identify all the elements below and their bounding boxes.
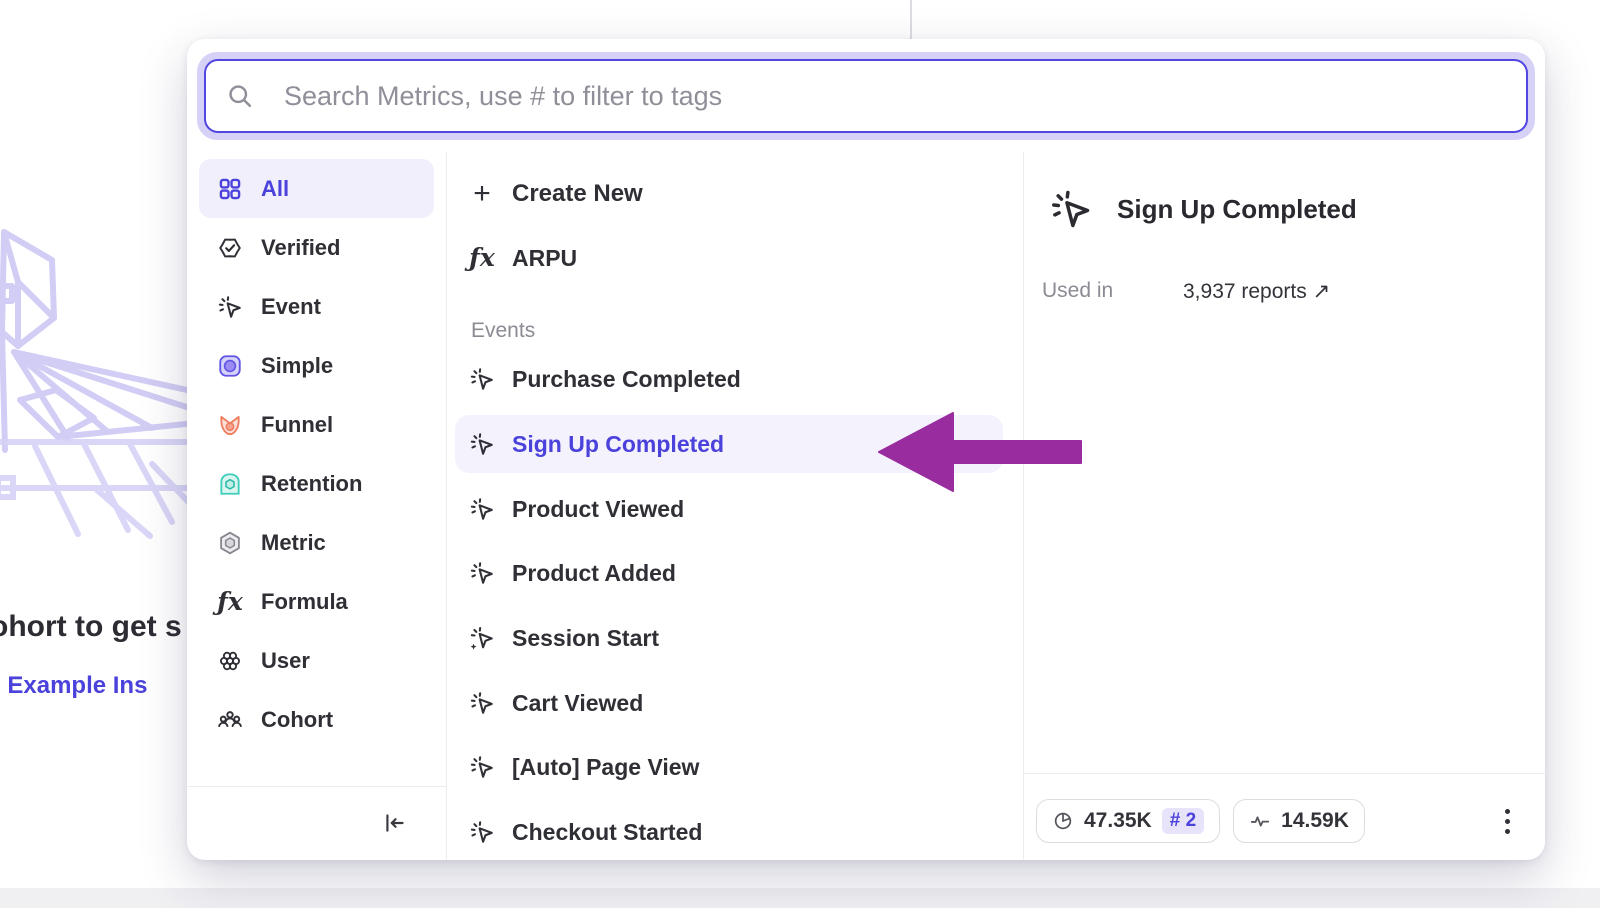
list-item-label: Product Added (512, 560, 676, 587)
more-options-button[interactable] (1489, 803, 1525, 839)
list-item-purchase-completed[interactable]: Purchase Completed (455, 350, 1003, 408)
sidebar-item-label: Cohort (261, 707, 333, 733)
list-item-checkout-started[interactable]: Checkout Started (455, 803, 1003, 860)
sidebar-item-label: Retention (261, 471, 362, 497)
sidebar-item-simple[interactable]: Simple (199, 336, 434, 395)
search-input[interactable] (206, 61, 1526, 131)
user-cluster-icon (217, 648, 243, 674)
collapse-left-icon (382, 810, 408, 836)
sidebar-item-label: Verified (261, 235, 340, 261)
search-box (204, 59, 1528, 133)
list-item-sign-up-completed[interactable]: Sign Up Completed (455, 415, 1003, 473)
category-sidebar: All Verified Event Simple Funnel Retenti… (199, 159, 434, 749)
list-item-product-added[interactable]: Product Added (455, 544, 1003, 602)
background-headline-fragment: ohort to get s (0, 610, 186, 644)
app-screen: ohort to get s ore Example Ins A Select … (0, 0, 1600, 908)
event-cursor-icon (1049, 187, 1093, 231)
list-item-label: Cart Viewed (512, 690, 643, 717)
sidebar-item-label: Formula (261, 589, 348, 615)
event-cursor-icon (469, 431, 495, 457)
list-item-session-start[interactable]: Session Start (455, 609, 1003, 667)
simple-metric-icon (217, 353, 243, 379)
rank-badge: # 2 (1162, 808, 1204, 834)
event-cursor-icon (469, 366, 495, 392)
sidebar-item-label: Simple (261, 353, 333, 379)
list-item-cart-viewed[interactable]: Cart Viewed (455, 674, 1003, 732)
funnel-icon (217, 412, 243, 438)
list-item-label: Sign Up Completed (512, 431, 724, 458)
collapse-sidebar-button[interactable] (377, 805, 413, 841)
panel-divider (910, 0, 912, 44)
events-section-header: Events (455, 317, 1003, 345)
create-new-button[interactable]: + Create New (455, 165, 1003, 223)
formula-fx-icon: ƒx (469, 245, 495, 271)
event-cursor-icon (217, 294, 243, 320)
metric-hexagon-icon (217, 530, 243, 556)
detail-title: Sign Up Completed (1117, 194, 1357, 225)
list-item-label: Purchase Completed (512, 366, 741, 393)
event-cursor-icon (469, 690, 495, 716)
sidebar-item-user[interactable]: User (199, 631, 434, 690)
background-subline: ore Example Ins (0, 672, 186, 700)
sidebar-list-divider (446, 152, 447, 860)
used-in-label: Used in (1042, 279, 1183, 304)
plus-icon: + (469, 181, 495, 207)
pie-chart-icon (1052, 810, 1074, 832)
stat-value: 47.35K (1084, 809, 1152, 833)
sidebar-item-funnel[interactable]: Funnel (199, 395, 434, 454)
metric-stats-row: 47.35K # 2 14.59K (1036, 799, 1365, 843)
sidebar-item-label: Event (261, 294, 321, 320)
verified-seal-icon (217, 235, 243, 261)
list-item-auto-page-view[interactable]: [Auto] Page View (455, 738, 1003, 796)
used-in-row: Used in 3,937 reports ↗ (1042, 279, 1522, 304)
pulse-icon (1249, 810, 1271, 832)
event-cursor-icon (469, 819, 495, 845)
sidebar-item-verified[interactable]: Verified (199, 218, 434, 277)
grid-icon (217, 176, 243, 202)
sidebar-item-cohort[interactable]: Cohort (199, 690, 434, 749)
sidebar-item-label: User (261, 648, 310, 674)
detail-header: Sign Up Completed (1049, 187, 1357, 231)
cohort-people-icon (217, 707, 243, 733)
list-item-product-viewed[interactable]: Product Viewed (455, 480, 1003, 538)
sidebar-item-retention[interactable]: Retention (199, 454, 434, 513)
example-insights-link[interactable]: Example Ins (7, 672, 147, 699)
retention-icon (217, 471, 243, 497)
sidebar-item-event[interactable]: Event (199, 277, 434, 336)
detail-footer-divider (1023, 773, 1545, 774)
list-item-label: Product Viewed (512, 496, 684, 523)
reports-link[interactable]: 3,937 reports ↗ (1183, 279, 1330, 304)
sidebar-item-label: All (261, 176, 289, 202)
event-cursor-icon (469, 754, 495, 780)
create-new-label: Create New (512, 180, 643, 208)
list-item-label: ARPU (512, 245, 577, 272)
metric-picker-dialog: All Verified Event Simple Funnel Retenti… (187, 39, 1545, 860)
total-count-pill[interactable]: 47.35K # 2 (1036, 799, 1220, 843)
list-item-label: Session Start (512, 625, 659, 652)
activity-count-pill[interactable]: 14.59K (1233, 799, 1365, 843)
decorative-wireframe-art (0, 222, 196, 562)
event-cursor-star-icon (469, 625, 495, 651)
event-cursor-icon (469, 496, 495, 522)
sidebar-item-label: Funnel (261, 412, 333, 438)
list-item-label: Checkout Started (512, 819, 702, 846)
sidebar-footer-divider (187, 786, 446, 787)
formula-fx-icon: ƒx (217, 589, 243, 615)
sidebar-item-metric[interactable]: Metric (199, 513, 434, 572)
sidebar-item-formula[interactable]: ƒx Formula (199, 572, 434, 631)
list-detail-divider (1023, 152, 1024, 860)
search-focus-ring (197, 52, 1535, 140)
stat-value: 14.59K (1281, 809, 1349, 833)
external-link-arrow-icon: ↗ (1313, 280, 1331, 303)
event-cursor-icon (469, 560, 495, 586)
sidebar-item-label: Metric (261, 530, 326, 556)
list-item-label: [Auto] Page View (512, 754, 699, 781)
sidebar-item-all[interactable]: All (199, 159, 434, 218)
list-item-arpu[interactable]: ƒx ARPU (455, 229, 1003, 287)
